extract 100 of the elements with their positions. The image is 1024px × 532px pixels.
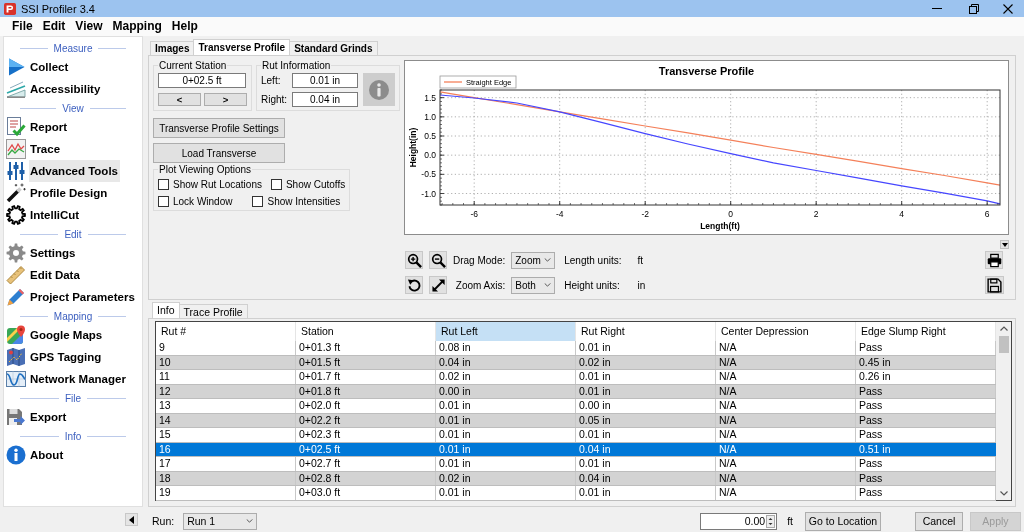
sidebar-item[interactable]: Export	[29, 406, 69, 428]
tab[interactable]: Transverse Profile	[193, 39, 291, 55]
x-tick-label: 2	[813, 209, 819, 219]
table-row[interactable]: 15 0+02.3 ft 0.01 in 0.01 in N/A Pass	[156, 428, 996, 443]
reset-button[interactable]	[405, 276, 423, 294]
table-cell: 0+01.3 ft	[296, 341, 436, 355]
sidebar-item[interactable]: Collect	[29, 56, 71, 78]
checkbox-label[interactable]: Lock Window	[173, 196, 233, 207]
minimize-icon	[931, 8, 942, 9]
vertical-scrollbar[interactable]	[996, 322, 1011, 500]
action-button[interactable]: Load Transverse	[153, 143, 285, 163]
checkbox[interactable]	[158, 179, 169, 190]
sidebar-item[interactable]: About	[29, 444, 66, 466]
table-cell: 0+02.2 ft	[296, 413, 436, 427]
tab[interactable]: Trace Profile	[178, 304, 248, 318]
table-cell: N/A	[716, 471, 856, 485]
fit-button[interactable]	[429, 276, 447, 294]
sidebar-item[interactable]: Trace	[29, 138, 63, 160]
info-icon	[6, 445, 26, 465]
table-row[interactable]: 17 0+02.7 ft 0.01 in 0.01 in N/A Pass	[156, 457, 996, 472]
sidebar-item[interactable]: GPS Tagging	[29, 346, 104, 368]
section-heading: Info	[64, 430, 82, 442]
action-button[interactable]: Transverse Profile Settings	[153, 118, 285, 138]
table-cell: 0.01 in	[576, 341, 716, 355]
table-row[interactable]: 9 0+01.3 ft 0.08 in 0.01 in N/A Pass	[156, 341, 996, 356]
table-cell: 0+03.0 ft	[296, 486, 436, 500]
sidebar-item[interactable]: Accessibility	[29, 78, 103, 100]
station-field[interactable]: 0+02.5 ft	[158, 73, 246, 88]
table-cell: N/A	[716, 457, 856, 471]
line-chart-icon	[6, 139, 26, 159]
chart-menu-button[interactable]	[1000, 240, 1009, 249]
table-cell: 0.01 in	[436, 428, 576, 442]
table-cell: 0.01 in	[576, 384, 716, 398]
menu-item[interactable]: View	[70, 18, 108, 35]
column-header[interactable]: Rut Left	[436, 322, 576, 341]
spinner-icon[interactable]	[766, 514, 776, 528]
collapse-sidebar-button[interactable]	[125, 513, 138, 526]
sidebar-item[interactable]: Report	[29, 116, 70, 138]
table-cell: 0.01 in	[436, 486, 576, 500]
checkbox[interactable]	[252, 196, 264, 207]
sidebar-item[interactable]: Edit Data	[29, 264, 82, 286]
cancel-button[interactable]: Cancel	[915, 511, 963, 531]
sidebar-item[interactable]: Project Parameters	[29, 286, 137, 308]
expand-icon	[430, 277, 446, 293]
checkbox-label[interactable]: Show Intensities	[267, 196, 341, 207]
table-cell: N/A	[716, 442, 856, 456]
table-cell: 0.02 in	[576, 355, 716, 369]
ruler-icon	[6, 265, 26, 285]
checkbox[interactable]	[158, 196, 169, 207]
tab[interactable]: Info	[152, 302, 180, 318]
x-axis-label: Length(ft)	[700, 221, 740, 231]
zoom-out-icon	[430, 252, 446, 268]
tab[interactable]: Images	[150, 41, 195, 55]
restore-icon	[968, 3, 979, 14]
run-dropdown[interactable]: Run 1	[183, 512, 258, 530]
menu-item[interactable]: Edit	[37, 18, 71, 35]
menu-item[interactable]: File	[7, 18, 38, 35]
sidebar-item[interactable]: IntelliCut	[29, 204, 82, 226]
checkbox-label[interactable]: Show Rut Locations	[173, 179, 262, 190]
rut-value-field[interactable]: 0.01 in	[292, 73, 358, 88]
tab[interactable]: Standard Grinds	[289, 41, 378, 55]
menu-item[interactable]: Mapping	[107, 18, 167, 35]
location-field[interactable]: 0.00	[700, 512, 778, 530]
y-tick-label: 1.0	[424, 111, 436, 122]
table-row[interactable]: 19 0+03.0 ft 0.01 in 0.01 in N/A Pass	[156, 486, 996, 501]
next-button[interactable]: >	[204, 93, 247, 106]
y-tick-label: 0.5	[424, 131, 436, 141]
checkbox-label[interactable]: Show Cutoffs	[285, 179, 346, 190]
table-row[interactable]: 11 0+01.7 ft 0.02 in 0.01 in N/A 0.26 in	[156, 370, 996, 385]
y-tick-label: -1.0	[421, 188, 436, 199]
table-cell: N/A	[716, 384, 856, 398]
dropdown[interactable]: Zoom	[511, 251, 556, 269]
wave-chart-icon	[6, 369, 26, 389]
section-heading: File	[64, 392, 82, 404]
rut-value-field[interactable]: 0.04 in	[292, 92, 358, 107]
sidebar-item[interactable]: Network Manager	[29, 368, 128, 390]
previous-button[interactable]: <	[158, 93, 201, 106]
sidebar-item[interactable]: Profile Design	[29, 182, 110, 204]
y-tick-label: 0.0	[424, 150, 436, 161]
x-tick-label: -4	[555, 209, 564, 219]
print-button[interactable]	[985, 251, 1003, 269]
checkbox[interactable]	[270, 179, 282, 190]
table-cell: 0.00 in	[576, 399, 716, 413]
sidebar-item[interactable]: Advanced Tools	[29, 160, 120, 182]
y-tick-label: -0.5	[421, 169, 436, 180]
menu-item[interactable]: Help	[166, 18, 203, 35]
dropdown[interactable]: Both	[511, 276, 556, 294]
save-icon	[987, 277, 1002, 293]
table-cell: 0.01 in	[436, 457, 576, 471]
go-to-location-button[interactable]: Go to Location	[805, 511, 881, 531]
zoom-out-button[interactable]	[429, 251, 447, 269]
scroll-up-icon	[999, 326, 1008, 331]
undo-icon	[406, 277, 422, 293]
sidebar-item[interactable]: Google Maps	[29, 324, 105, 346]
table-cell: 0+01.8 ft	[296, 384, 436, 398]
scrollbar-thumb[interactable]	[998, 336, 1009, 353]
zoom-in-button[interactable]	[405, 251, 423, 269]
sidebar-item[interactable]: Settings	[29, 242, 78, 264]
table-row[interactable]: 13 0+02.0 ft 0.01 in 0.00 in N/A Pass	[156, 399, 996, 414]
save-button[interactable]	[985, 276, 1004, 294]
